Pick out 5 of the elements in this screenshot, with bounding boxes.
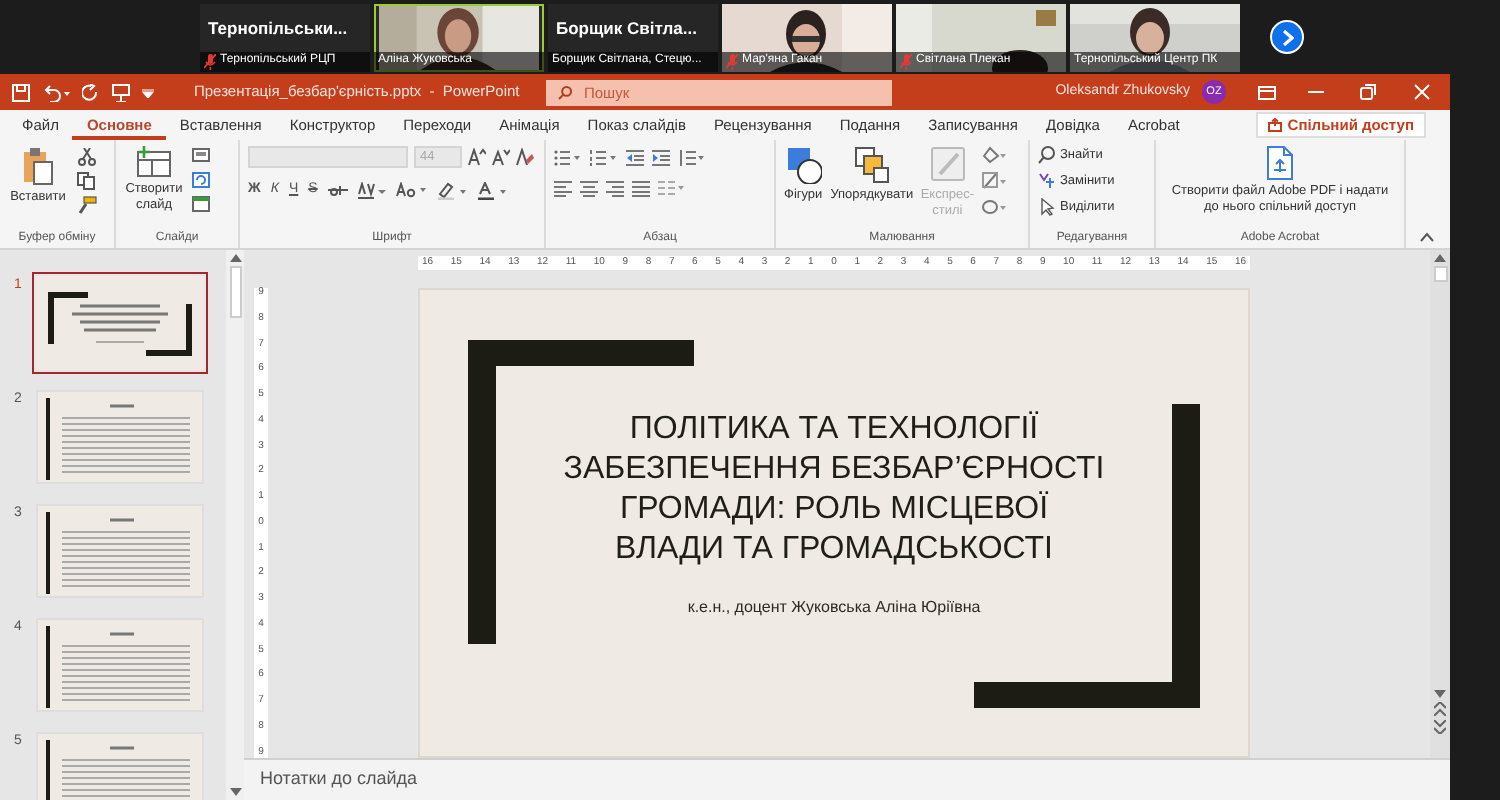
slide-title: ПОЛІТИКА ТА ТЕХНОЛОГІЇ ЗАБЕЗПЕЧЕННЯ БЕЗБАР’ЄРНОСТІ ГРОМАДИ: РОЛЬ МІСЦЕВОЇ ВЛАДИ ТА ГРОМАДСЬКОСТІ — [563, 410, 1105, 570]
notes-placeholder[interactable]: Нотатки до слайда — [260, 766, 418, 794]
participant-name: Тернопільськи... — [206, 15, 350, 41]
participant-name: Борщик Світла... — [554, 15, 699, 41]
slide-subtitle: к.е.н., доцент Жуковська Аліна Юріївна — [687, 596, 981, 620]
